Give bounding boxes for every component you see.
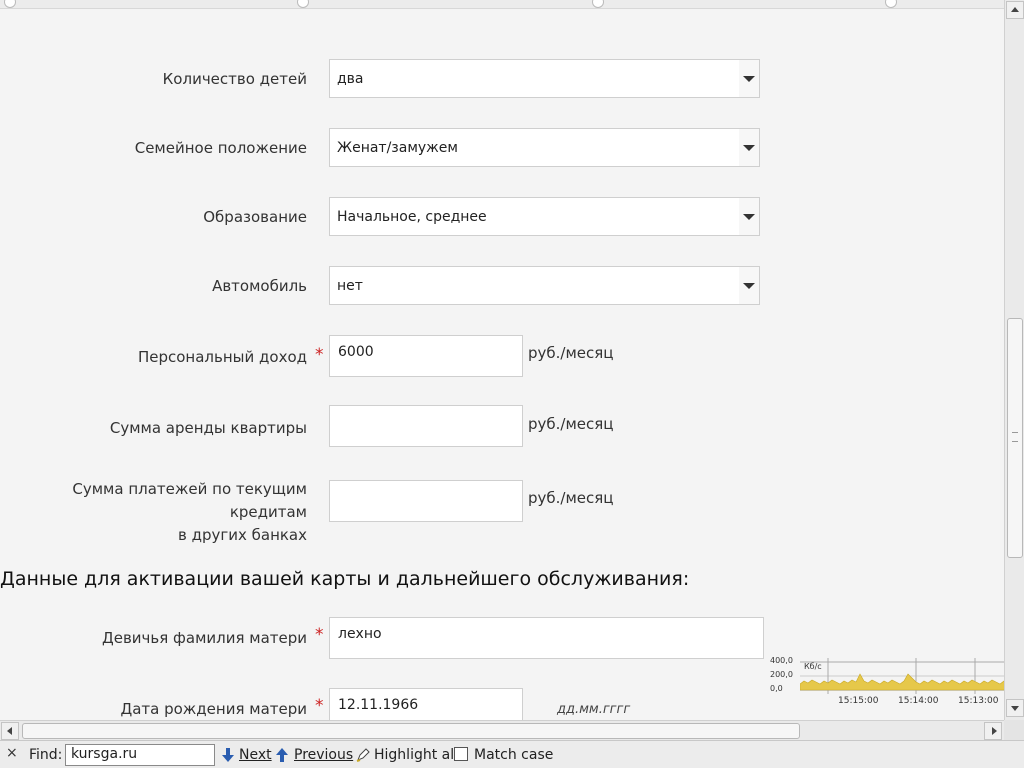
find-next-button[interactable]: Next	[239, 747, 272, 763]
date-format-hint: дд.мм.гггг	[557, 702, 631, 717]
page-content: Количество детей два Семейное положение …	[0, 8, 1004, 720]
required-mark: *	[315, 345, 324, 365]
marital-select[interactable]: Женат/замужем	[329, 128, 760, 167]
mother-dob-input[interactable]: 12.11.1966	[329, 688, 523, 720]
traffic-x-label: 15:15:00	[838, 696, 879, 706]
chevron-right-icon	[992, 727, 997, 735]
scroll-right-button[interactable]	[984, 722, 1002, 740]
traffic-x-label: 15:14:00	[898, 696, 939, 706]
children-select-value: два	[337, 71, 364, 87]
education-select-value: Начальное, среднее	[337, 209, 487, 225]
chevron-up-icon	[1011, 7, 1019, 12]
chevron-down-icon[interactable]	[739, 267, 759, 304]
horizontal-scroll-thumb[interactable]	[22, 723, 800, 739]
traffic-graph	[800, 658, 1024, 694]
maiden-name-input[interactable]: лехно	[329, 617, 764, 659]
loans-label-line1: Сумма платежей по текущим кредитам	[72, 480, 307, 521]
maiden-name-label: Девичья фамилия матери	[102, 629, 307, 647]
find-previous-label: Previous	[294, 747, 354, 763]
rent-label: Сумма аренды квартиры	[109, 419, 307, 437]
chevron-down-icon[interactable]	[739, 60, 759, 97]
chevron-down-icon[interactable]	[739, 198, 759, 235]
arrow-down-icon[interactable]	[222, 748, 234, 762]
tab-marker	[592, 0, 604, 8]
arrow-up-icon[interactable]	[276, 748, 288, 762]
education-select[interactable]: Начальное, среднее	[329, 197, 760, 236]
find-input[interactable]: kursga.ru	[65, 744, 215, 766]
scrollbar-corner	[1004, 720, 1024, 740]
marital-select-value: Женат/замужем	[337, 140, 458, 156]
income-unit: руб./месяц	[528, 344, 614, 362]
car-select-value: нет	[337, 278, 363, 294]
highlighter-icon[interactable]	[356, 748, 370, 762]
rent-input[interactable]	[329, 405, 523, 447]
tab-marker	[885, 0, 897, 8]
chevron-down-icon	[1011, 706, 1019, 711]
car-select[interactable]: нет	[329, 266, 760, 305]
chevron-down-icon[interactable]	[739, 129, 759, 166]
loans-unit: руб./месяц	[528, 489, 614, 507]
traffic-y-label: 0,0	[770, 684, 783, 693]
scroll-down-button[interactable]	[1006, 699, 1024, 717]
traffic-monitor: 400,0 200,0 0,0 Кб/с 15:15:00 15:14:00 1…	[768, 656, 1024, 708]
traffic-x-label: 15:13:00	[958, 696, 999, 706]
loans-label-line2: в других банках	[177, 526, 307, 544]
match-case-label[interactable]: Match case	[474, 747, 553, 763]
chevron-left-icon	[7, 727, 12, 735]
income-input[interactable]: 6000	[329, 335, 523, 377]
loans-input[interactable]	[329, 480, 523, 522]
tab-marker	[297, 0, 309, 8]
scroll-left-button[interactable]	[1, 722, 19, 740]
vertical-scrollbar[interactable]	[1004, 0, 1024, 720]
find-previous-button[interactable]: Previous	[294, 747, 353, 763]
grip-icon	[1012, 432, 1018, 442]
match-case-checkbox[interactable]	[454, 747, 468, 761]
car-label: Автомобиль	[212, 277, 307, 295]
children-select[interactable]: два	[329, 59, 760, 98]
traffic-y-label: 400,0	[770, 656, 793, 665]
vertical-scroll-thumb[interactable]	[1007, 318, 1023, 558]
traffic-y-label: 200,0	[770, 670, 793, 679]
marital-label: Семейное положение	[134, 139, 307, 157]
find-bar: × Find: kursga.ru Next Previous Highligh…	[0, 740, 1024, 768]
required-mark: *	[315, 625, 324, 645]
education-label: Образование	[203, 208, 307, 226]
horizontal-scrollbar[interactable]	[0, 720, 1004, 740]
tab-marker	[4, 0, 16, 8]
close-icon[interactable]: ×	[6, 745, 18, 761]
find-next-label: Next	[239, 747, 272, 763]
children-label: Количество детей	[162, 70, 307, 88]
highlight-all-button[interactable]: Highlight all	[374, 747, 458, 763]
required-mark: *	[315, 696, 324, 716]
scroll-up-button[interactable]	[1006, 1, 1024, 19]
find-label: Find:	[29, 747, 63, 763]
rent-unit: руб./месяц	[528, 415, 614, 433]
income-label: Персональный доход	[137, 348, 307, 366]
section-title: Данные для активации вашей карты и дальн…	[0, 568, 690, 590]
mother-dob-label: Дата рождения матери	[120, 700, 307, 718]
loans-label: Сумма платежей по текущим кредитам в дру…	[0, 478, 307, 547]
